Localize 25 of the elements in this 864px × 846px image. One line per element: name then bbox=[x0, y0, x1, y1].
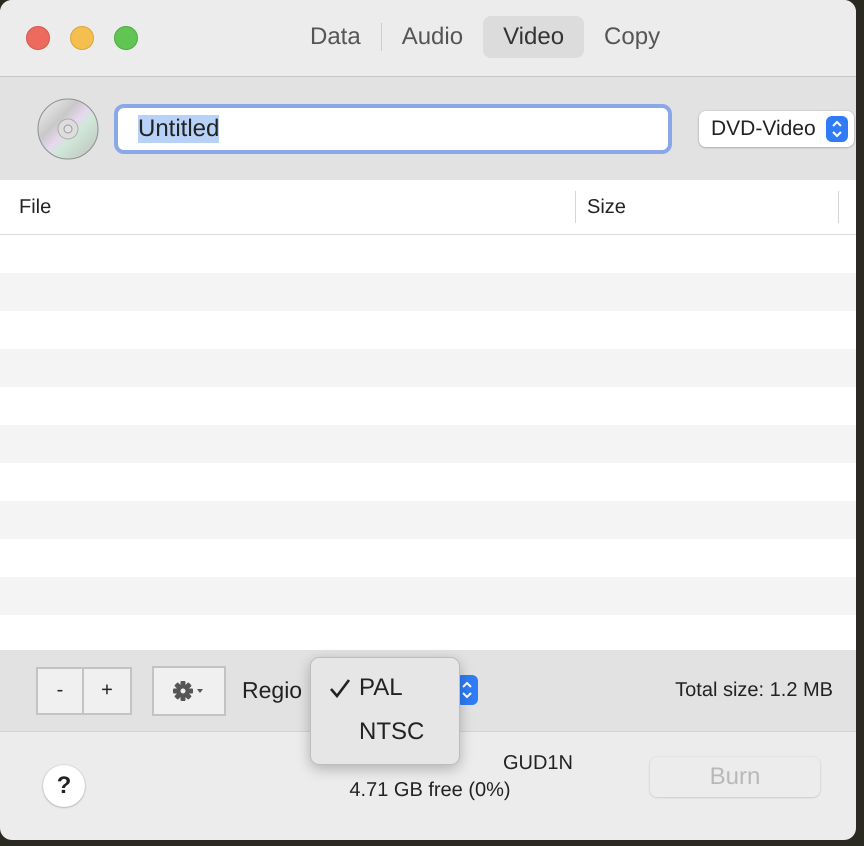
tab[interactable]: Audio bbox=[382, 16, 484, 58]
add-button[interactable]: + bbox=[84, 666, 132, 714]
tab[interactable]: Video bbox=[483, 16, 584, 58]
gear-icon bbox=[173, 680, 193, 700]
disc-name-field[interactable]: Untitled bbox=[114, 104, 672, 154]
help-button[interactable]: ? bbox=[43, 765, 85, 807]
column-header[interactable]: Size bbox=[587, 196, 626, 218]
zoom-button[interactable] bbox=[114, 26, 138, 50]
caret-icon bbox=[197, 688, 203, 692]
disc-icon bbox=[37, 98, 99, 160]
tab[interactable]: Copy bbox=[584, 16, 680, 58]
action-menu-button[interactable] bbox=[152, 666, 226, 716]
remove-button[interactable]: - bbox=[36, 666, 84, 714]
column-header[interactable]: File bbox=[19, 196, 52, 218]
minimize-button[interactable] bbox=[70, 26, 94, 50]
close-button[interactable] bbox=[26, 26, 50, 50]
tab[interactable]: Data bbox=[290, 16, 381, 58]
menu-item[interactable]: PAL bbox=[359, 674, 403, 702]
menu-item[interactable]: NTSC bbox=[359, 718, 424, 746]
region-label: Regio bbox=[242, 677, 302, 704]
format-popup[interactable]: DVD-Video bbox=[699, 110, 854, 146]
stepper-icon bbox=[826, 116, 848, 142]
drive-free-space: 4.71 GB free (0%) bbox=[349, 778, 511, 803]
drive-name: GUD1N bbox=[502, 751, 573, 776]
total-size: Total size: 1.2 MB bbox=[675, 679, 833, 702]
